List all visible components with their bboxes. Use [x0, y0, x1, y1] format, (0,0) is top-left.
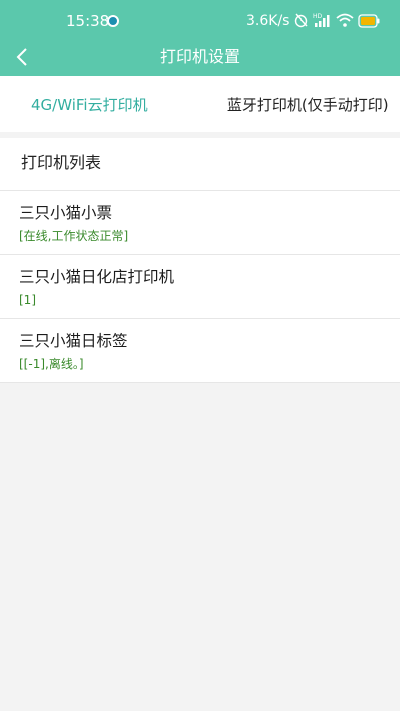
- printer-list: 三只小猫小票 [在线,工作状态正常] 三只小猫日化店打印机 [1] 三只小猫日标…: [0, 191, 400, 383]
- wifi-icon: [336, 12, 354, 32]
- tab-cloud-printer[interactable]: 4G/WiFi云打印机: [0, 76, 216, 132]
- printer-status: [[-1],离线。]: [19, 357, 84, 371]
- printer-type-tabs: 4G/WiFi云打印机 蓝牙打印机(仅手动打印): [0, 76, 400, 132]
- printer-status: [在线,工作状态正常]: [19, 229, 129, 243]
- alarm-off-icon: [293, 12, 309, 32]
- printer-name: 三只小猫日化店打印机: [19, 268, 175, 286]
- battery-icon: [358, 13, 380, 32]
- network-speed: 3.6K/s: [246, 13, 290, 29]
- printer-item[interactable]: 三只小猫日化店打印机 [1]: [0, 255, 400, 319]
- printer-status: [1]: [19, 293, 36, 307]
- printer-item[interactable]: 三只小猫日标签 [[-1],离线。]: [0, 319, 400, 383]
- hd-signal-icon: HD: [313, 12, 331, 32]
- printer-name: 三只小猫小票: [19, 204, 113, 222]
- printer-list-title: 打印机列表: [21, 153, 102, 172]
- notification-dot-icon: [107, 15, 119, 27]
- svg-text:HD: HD: [313, 13, 323, 20]
- page-title: 打印机设置: [159, 47, 240, 66]
- empty-area: [0, 383, 400, 711]
- app-header: 打印机设置: [0, 38, 400, 76]
- status-time: 15:38: [66, 12, 110, 30]
- printer-item[interactable]: 三只小猫小票 [在线,工作状态正常]: [0, 191, 400, 255]
- printer-settings-screen: 15:38 3.6K/s HD 打印机设置 4G/WiFi云打印机 蓝牙打印机(…: [0, 0, 400, 711]
- status-bar: 15:38 3.6K/s HD: [0, 0, 400, 38]
- tab-bluetooth-printer[interactable]: 蓝牙打印机(仅手动打印): [216, 76, 400, 132]
- printer-name: 三只小猫日标签: [19, 332, 128, 350]
- printer-list-header: 打印机列表: [0, 138, 400, 191]
